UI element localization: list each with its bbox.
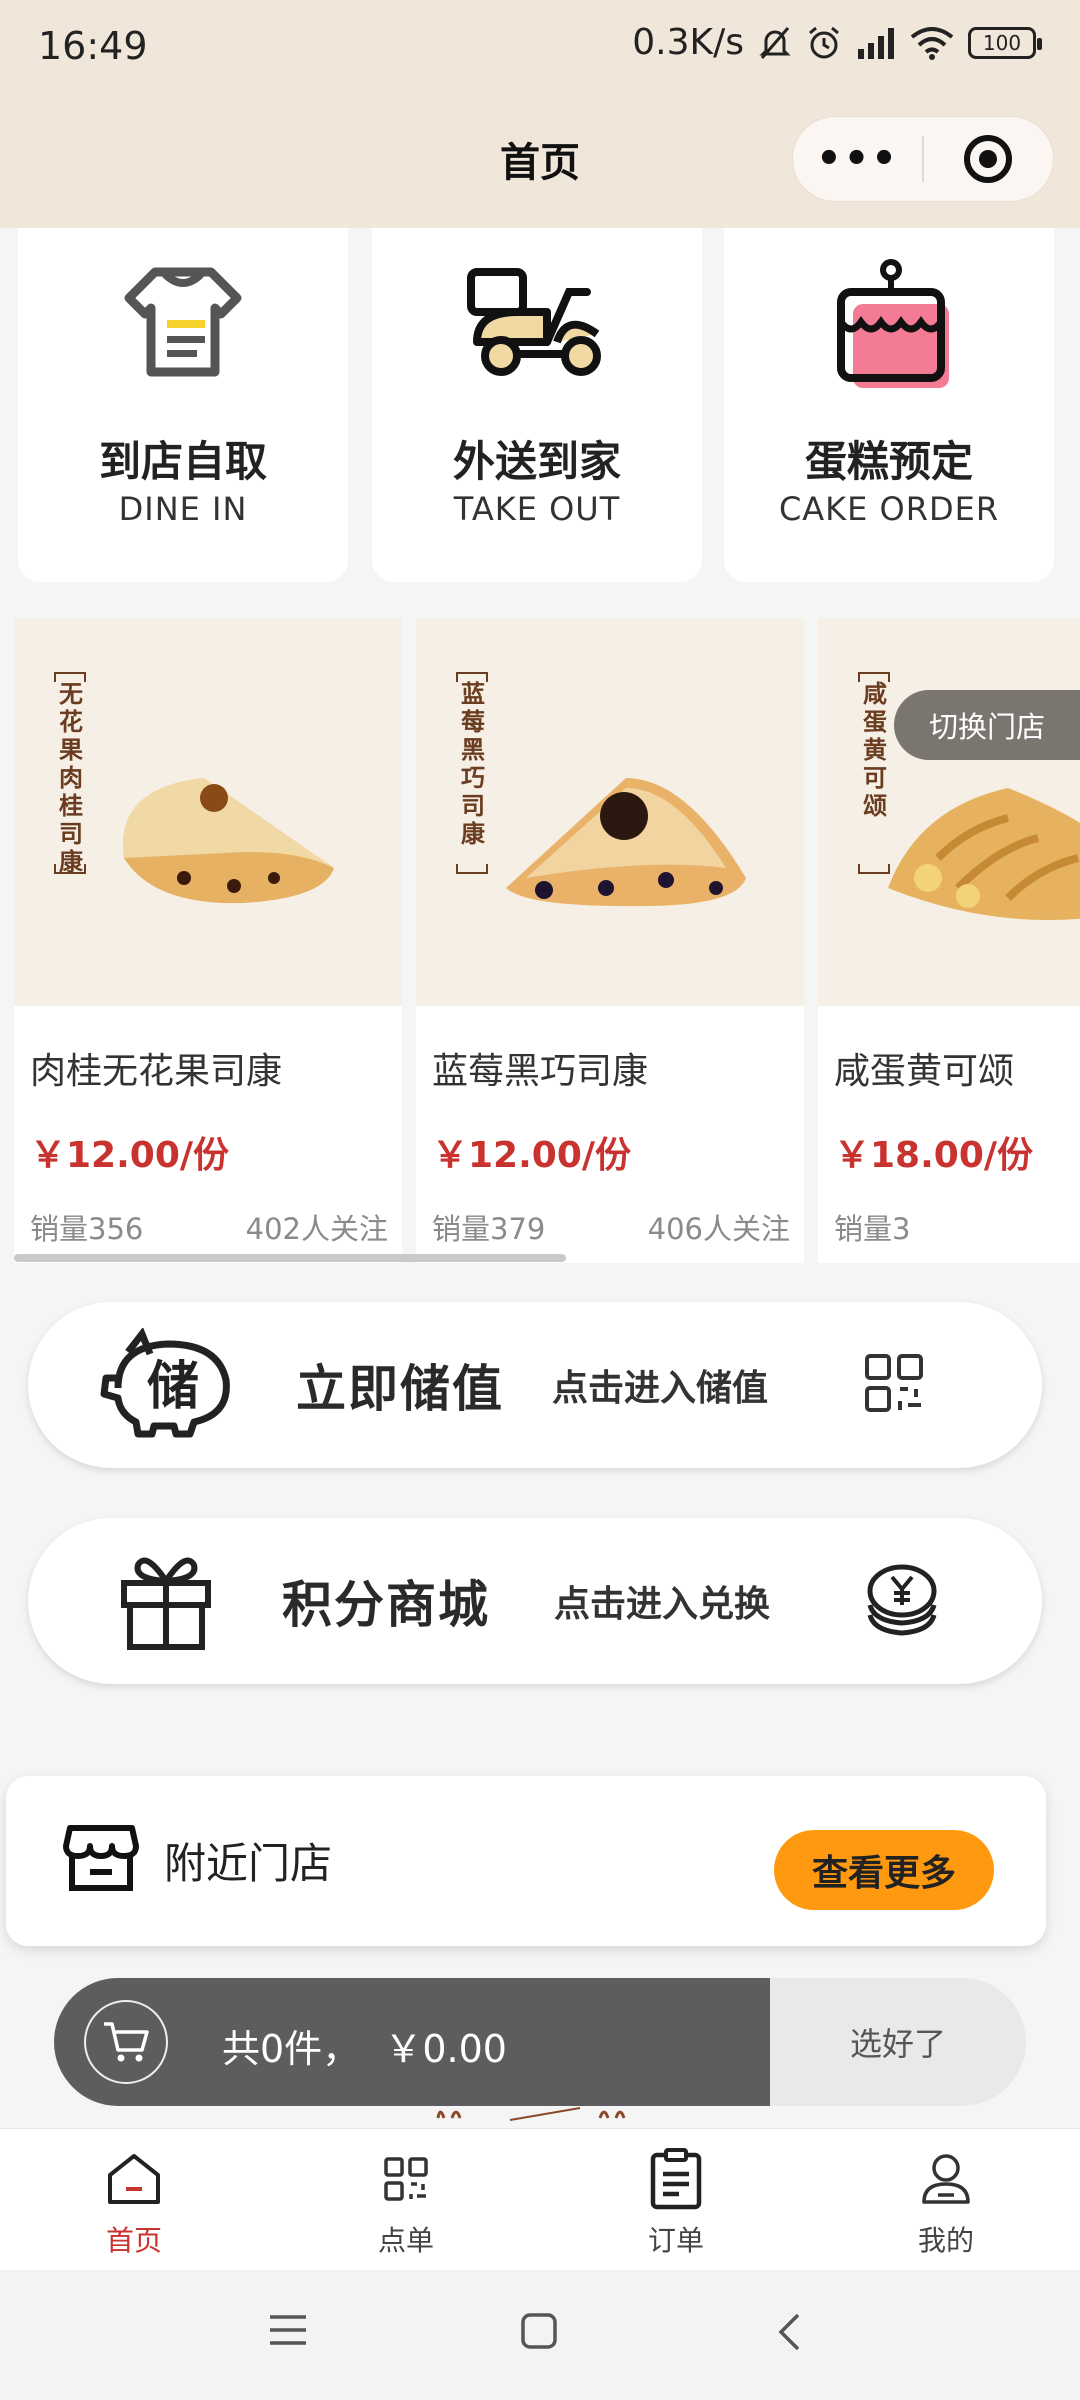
tab-profile-label: 我的 [917,2224,974,2257]
battery-icon: 100 [968,26,1042,59]
tab-orders-label: 订单 [647,2224,704,2257]
view-more-button[interactable]: 查看更多 [774,1830,994,1910]
nearby-stores-card[interactable]: 附近门店 查看更多 [6,1776,1046,1946]
checkout-button[interactable]: 选好了 [770,1978,1026,2106]
piggy-bank-icon-text: 储 [147,1357,199,1417]
service-cake-order-en: CAKE ORDER [778,490,1000,528]
croissant-image [888,788,1080,920]
status-time: 16:49 [38,24,148,68]
service-dine-in[interactable]: 到店自取 DINE IN [18,228,348,582]
network-speed: 0.3K/s [632,22,744,63]
scone-image [123,778,334,904]
product-price: ￥12.00/份 [30,1135,230,1176]
target-icon [964,135,1013,183]
product-image-tag: 无花果肉桂司康 [59,680,83,876]
cart-summary: 共0件， ￥0.00 [222,2027,507,2071]
system-navigation-bar [0,2270,1080,2400]
user-icon [922,2154,970,2204]
wifi-icon [910,26,954,60]
product-price: ￥18.00/份 [834,1135,1034,1176]
square-icon [521,2313,557,2349]
product-image: 咸蛋黄可颂 [818,618,1080,1006]
service-cake-order[interactable]: 蛋糕预定 CAKE ORDER [724,228,1054,582]
service-cards: 到店自取 DINE IN 外送到家 TAKE OUT 蛋糕预定 CAKE ORD… [0,228,1080,600]
cart-summary-area[interactable]: 共0件， ￥0.00 [54,1978,770,2106]
product-card[interactable]: 蓝莓黑巧司康 蓝莓黑巧司康 ￥12.00/份 销量379 406人关注 [416,618,804,1263]
qr-code-icon [864,1353,924,1417]
points-mall-subtitle: 点击进入兑换 [554,1584,771,1625]
tab-order-label: 点单 [377,2224,434,2257]
horizontal-scrollbar[interactable] [14,1254,566,1262]
product-image: 蓝莓黑巧司康 [416,618,804,1006]
nearby-stores-title: 附近门店 [164,1839,333,1888]
alarm-icon [809,26,839,58]
cart-icon[interactable] [84,2000,168,2084]
home-icon [108,2154,160,2204]
more-button[interactable]: ••• [793,136,922,182]
product-name: 咸蛋黄可颂 [834,1051,1015,1092]
service-take-out-cn: 外送到家 [452,437,621,486]
scone-image [506,778,746,907]
product-sales: 销量3 [834,1212,911,1246]
storefront-icon [62,1822,140,1898]
home-button[interactable] [520,2312,558,2354]
switch-store-button[interactable]: 切换门店 [894,690,1080,760]
product-scroller[interactable]: 无花果肉桂司康 肉桂无花果司康 ￥12.00/份 销量356 402人关注 蓝莓… [0,600,1080,1270]
gift-icon [116,1547,216,1655]
back-button[interactable] [776,2312,802,2356]
status-right: 0.3K/s 100 [632,22,1042,63]
product-follows: 406人关注 [647,1212,790,1246]
product-sales: 销量356 [30,1212,144,1246]
scooter-icon [467,268,601,376]
tab-profile[interactable]: 我的 [846,2147,1046,2259]
product-name: 肉桂无花果司康 [30,1051,283,1092]
product-price: ￥12.00/份 [432,1135,632,1176]
brand-logo-peek [430,2104,650,2124]
menu-grid-icon [384,2157,428,2201]
points-mall-banner[interactable]: 积分商城 点击进入兑换 [28,1518,1042,1684]
back-chevron-icon [778,2313,800,2351]
service-take-out[interactable]: 外送到家 TAKE OUT [372,228,702,582]
recharge-banner[interactable]: 储 立即储值 点击进入储值 [28,1302,1042,1468]
product-sales: 销量379 [432,1212,546,1246]
cake-icon [837,259,949,388]
recharge-subtitle: 点击进入储值 [552,1368,769,1409]
piggy-bank-icon: 储 [98,1327,238,1442]
tab-orders[interactable]: 订单 [576,2147,776,2259]
shirt-store-icon [124,267,242,377]
product-name: 蓝莓黑巧司康 [432,1051,649,1092]
top-bar: 16:49 0.3K/s 100 首页 ••• [0,0,1080,228]
mute-bell-icon [759,26,791,59]
recent-apps-button[interactable] [268,2312,308,2352]
tab-home-label: 首页 [105,2224,162,2257]
product-image: 无花果肉桂司康 [14,618,402,1006]
service-take-out-en: TAKE OUT [453,490,621,528]
signal-icon [858,27,894,59]
recharge-title: 立即储值 [296,1360,504,1418]
points-mall-title: 积分商城 [282,1576,490,1634]
mini-program-capsule: ••• [792,116,1054,202]
service-dine-in-en: DINE IN [118,490,248,528]
service-cake-order-cn: 蛋糕预定 [804,437,973,486]
menu-lines-icon [270,2315,306,2345]
bottom-tab-bar: 首页 点单 订单 我的 [0,2128,1080,2270]
product-follows: 402人关注 [245,1212,388,1246]
tab-order[interactable]: 点单 [306,2147,506,2259]
service-dine-in-cn: 到店自取 [98,437,267,486]
product-image-tag: 蓝莓黑巧司康 [461,680,485,848]
cart-bar: 共0件， ￥0.00 选好了 [54,1978,1026,2106]
status-bar: 16:49 0.3K/s 100 [0,0,1080,96]
product-card[interactable]: 无花果肉桂司康 肉桂无花果司康 ￥12.00/份 销量356 402人关注 [14,618,402,1263]
coin-stack-icon [864,1561,940,1641]
clipboard-icon [650,2148,702,2210]
tab-home[interactable]: 首页 [34,2147,234,2259]
close-program-button[interactable] [924,133,1053,185]
